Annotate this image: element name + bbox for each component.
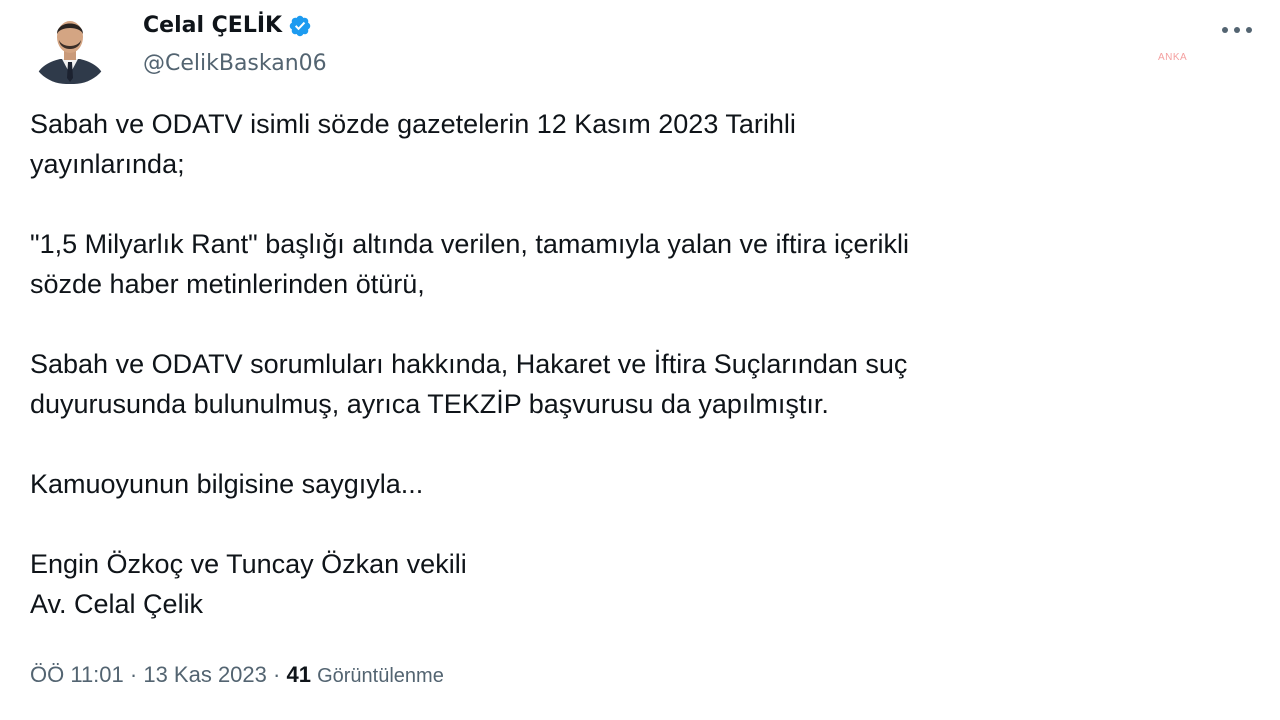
more-options-icon[interactable] (1215, 18, 1259, 42)
more-dot (1246, 27, 1252, 33)
watermark: ANKA (1158, 52, 1188, 63)
views-label: Görüntülenme (317, 665, 444, 687)
tweet-paragraph: Engin Özkoç ve Tuncay Özkan vekili Av. C… (30, 549, 467, 619)
tweet-paragraph: "1,5 Milyarlık Rant" başlığı altında ver… (30, 229, 910, 299)
verified-badge-icon[interactable] (288, 14, 312, 38)
profile-avatar-icon (30, 12, 110, 84)
author-handle[interactable]: @CelikBaskan06 (143, 50, 327, 78)
tweet-meta: ÖÖ 11:01 · 13 Kas 2023 · 41 Görüntülenme (30, 660, 444, 691)
tweet-date: 13 Kas 2023 (143, 662, 267, 687)
meta-separator: · (273, 662, 281, 687)
tweet-time: ÖÖ 11:01 (30, 662, 124, 687)
author-name[interactable]: Celal ÇELİK (143, 12, 282, 40)
tweet-paragraph: Sabah ve ODATV isimli sözde gazetelerin … (30, 109, 796, 179)
tweet-paragraph: Kamuoyunun bilgisine saygıyla... (30, 469, 424, 499)
meta-separator: · (129, 662, 138, 687)
more-dot (1234, 27, 1240, 33)
more-dot (1222, 27, 1228, 33)
tweet-time-link[interactable]: ÖÖ 11:01 · 13 Kas 2023 (30, 662, 267, 687)
views-count[interactable]: 41 (286, 662, 310, 687)
avatar[interactable] (30, 12, 110, 84)
author-name-row: Celal ÇELİK (143, 12, 312, 40)
tweet-paragraph: Sabah ve ODATV sorumluları hakkında, Hak… (30, 349, 908, 419)
tweet-text: Sabah ve ODATV isimli sözde gazetelerin … (30, 104, 1265, 624)
